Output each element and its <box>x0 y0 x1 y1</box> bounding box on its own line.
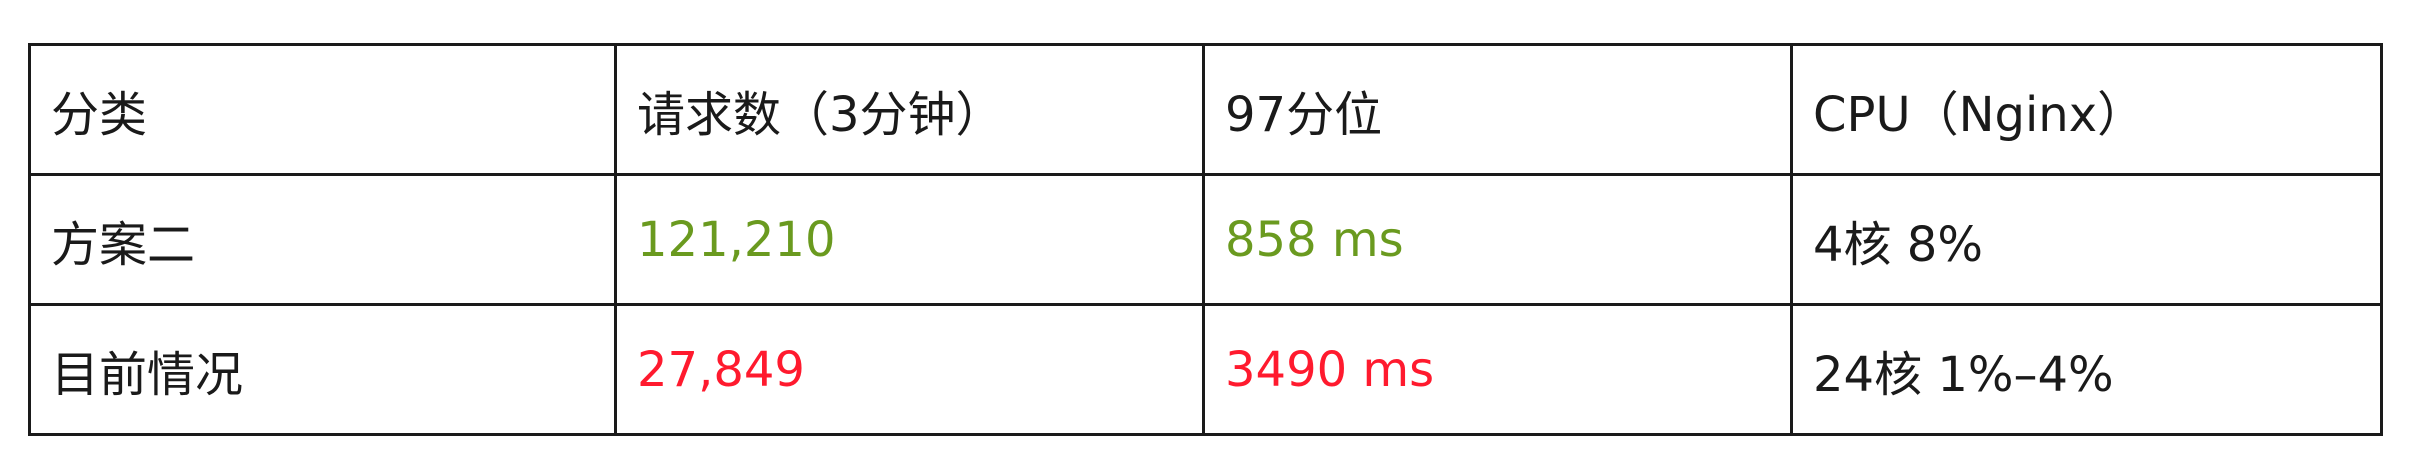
header-p97: 97分位 <box>1202 43 1793 176</box>
row-requests: 27,849 <box>614 303 1205 436</box>
row-p97: 858 ms <box>1202 173 1793 306</box>
row-p97: 3490 ms <box>1202 303 1793 436</box>
header-category: 分类 <box>28 43 617 176</box>
header-requests: 请求数（3分钟） <box>614 43 1205 176</box>
row-requests: 121,210 <box>614 173 1205 306</box>
header-cpu: CPU（Nginx） <box>1790 43 2383 176</box>
table-row: 目前情况 27,849 3490 ms 24核 1%–4% <box>28 303 2383 436</box>
comparison-table: 分类 请求数（3分钟） 97分位 CPU（Nginx） 方案二 121,210 … <box>28 43 2383 436</box>
row-category: 方案二 <box>28 173 617 306</box>
header-row: 分类 请求数（3分钟） 97分位 CPU（Nginx） <box>28 43 2383 176</box>
row-category: 目前情况 <box>28 303 617 436</box>
table-row: 方案二 121,210 858 ms 4核 8% <box>28 173 2383 306</box>
row-cpu: 4核 8% <box>1790 173 2383 306</box>
row-cpu: 24核 1%–4% <box>1790 303 2383 436</box>
